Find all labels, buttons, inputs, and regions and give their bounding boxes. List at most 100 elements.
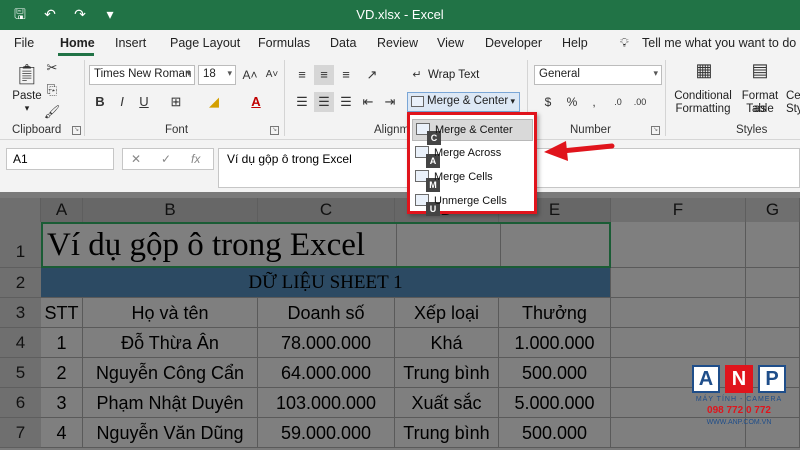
table-cell[interactable]: 4 xyxy=(41,418,83,448)
tab-file[interactable]: File xyxy=(14,36,34,50)
align-left-icon[interactable]: ☰ xyxy=(292,92,312,112)
percent-style-icon[interactable]: % xyxy=(562,92,582,112)
cell-a2-merged[interactable]: DỮ LIỆU SHEET 1 xyxy=(41,268,611,298)
column-header-b[interactable]: B xyxy=(83,198,258,222)
bold-button[interactable]: B xyxy=(90,92,110,112)
font-color-button[interactable]: A xyxy=(246,92,266,112)
increase-indent-icon[interactable]: ⇥ xyxy=(380,92,400,112)
table-cell[interactable]: Trung bình xyxy=(395,358,499,388)
align-middle-icon[interactable]: ≡ xyxy=(314,65,334,85)
borders-icon[interactable]: ⊞ xyxy=(166,92,186,112)
fill-color-icon[interactable]: ◢ xyxy=(204,92,224,112)
orientation-icon[interactable]: ↗ xyxy=(362,65,382,85)
align-top-icon[interactable]: ≡ xyxy=(292,65,312,85)
align-right-icon[interactable]: ☰ xyxy=(336,92,356,112)
cell-g3[interactable] xyxy=(746,298,800,328)
select-all-corner[interactable] xyxy=(0,198,41,222)
row-header-2[interactable]: 2 xyxy=(0,268,41,298)
tab-home[interactable]: Home xyxy=(60,36,95,50)
decrease-indent-icon[interactable]: ⇤ xyxy=(358,92,378,112)
table-cell[interactable]: 2 xyxy=(41,358,83,388)
header-stt[interactable]: STT xyxy=(41,298,83,328)
tab-page-layout[interactable]: Page Layout xyxy=(170,36,240,50)
tell-me-search[interactable]: Tell me what you want to do xyxy=(642,36,796,50)
tab-formulas[interactable]: Formulas xyxy=(258,36,310,50)
increase-font-icon[interactable]: A˄ xyxy=(240,65,260,85)
accounting-format-icon[interactable]: $ xyxy=(538,92,558,112)
cell-g4[interactable] xyxy=(746,328,800,358)
spreadsheet-grid[interactable]: A B C D E F G 1 2 3 4 5 6 7 Ví dụ gộp ô … xyxy=(0,198,800,450)
table-cell[interactable]: 78.000.000 xyxy=(258,328,395,358)
number-format-select[interactable]: General ▾ xyxy=(534,65,662,85)
name-box[interactable]: A1 xyxy=(6,148,114,170)
table-cell[interactable]: 1.000.000 xyxy=(499,328,611,358)
menu-item-merge-across[interactable]: A Merge Across xyxy=(412,143,533,168)
tab-view[interactable]: View xyxy=(437,36,464,50)
row-header-3[interactable]: 3 xyxy=(0,298,41,328)
header-name[interactable]: Họ và tên xyxy=(83,298,258,328)
table-cell[interactable]: 500.000 xyxy=(499,358,611,388)
column-header-f[interactable]: F xyxy=(611,198,746,222)
decrease-font-icon[interactable]: A˅ xyxy=(262,65,282,85)
row-header-4[interactable]: 4 xyxy=(0,328,41,358)
table-cell[interactable]: 5.000.000 xyxy=(499,388,611,418)
tab-data[interactable]: Data xyxy=(330,36,356,50)
comma-style-icon[interactable]: , xyxy=(584,92,604,112)
table-cell[interactable]: 500.000 xyxy=(499,418,611,448)
insert-function-button[interactable]: fx xyxy=(191,152,200,166)
cell-f4[interactable] xyxy=(611,328,746,358)
menu-item-merge-cells[interactable]: M Merge Cells xyxy=(412,167,533,192)
row-header-6[interactable]: 6 xyxy=(0,388,41,418)
table-cell[interactable]: Khá xyxy=(395,328,499,358)
merge-center-button[interactable]: Merge & Center ▾ xyxy=(407,92,520,112)
table-cell[interactable]: Phạm Nhật Duyên xyxy=(83,388,258,418)
decrease-decimal-icon[interactable]: .00 xyxy=(630,92,650,112)
clipboard-launcher-icon[interactable]: ↘ xyxy=(72,126,81,135)
cell-g1[interactable] xyxy=(746,222,800,268)
format-painter-icon[interactable]: 🖌︎ xyxy=(42,102,62,122)
row-header-7[interactable]: 7 xyxy=(0,418,41,448)
cancel-icon[interactable]: ✕ xyxy=(131,152,141,166)
header-sales[interactable]: Doanh số xyxy=(258,298,395,328)
table-cell[interactable]: Nguyễn Công Cẩn xyxy=(83,358,258,388)
tab-help[interactable]: Help xyxy=(562,36,588,50)
table-cell[interactable]: 103.000.000 xyxy=(258,388,395,418)
tab-review[interactable]: Review xyxy=(377,36,418,50)
cell-f2[interactable] xyxy=(611,268,746,298)
header-bonus[interactable]: Thưởng xyxy=(499,298,611,328)
underline-button[interactable]: U xyxy=(134,92,154,112)
column-header-a[interactable]: A xyxy=(41,198,83,222)
cell-f1[interactable] xyxy=(611,222,746,268)
table-cell[interactable]: 59.000.000 xyxy=(258,418,395,448)
table-cell[interactable]: Đỗ Thừa Ân xyxy=(83,328,258,358)
copy-icon[interactable]: ⎘ xyxy=(42,80,62,100)
align-bottom-icon[interactable]: ≡ xyxy=(336,65,356,85)
column-header-c[interactable]: C xyxy=(258,198,395,222)
header-rank[interactable]: Xếp loại xyxy=(395,298,499,328)
font-size-select[interactable]: 18 ▾ xyxy=(198,65,236,85)
cut-icon[interactable]: ✂ xyxy=(42,58,62,78)
table-cell[interactable]: 64.000.000 xyxy=(258,358,395,388)
cell-g2[interactable] xyxy=(746,268,800,298)
table-cell[interactable]: 1 xyxy=(41,328,83,358)
tab-developer[interactable]: Developer xyxy=(485,36,542,50)
increase-decimal-icon[interactable]: .0 xyxy=(608,92,628,112)
cell-f3[interactable] xyxy=(611,298,746,328)
number-launcher-icon[interactable]: ↘ xyxy=(651,126,660,135)
font-launcher-icon[interactable]: ↘ xyxy=(270,126,279,135)
table-cell[interactable]: Xuất sắc xyxy=(395,388,499,418)
tab-insert[interactable]: Insert xyxy=(115,36,146,50)
selected-range-a1-e1[interactable]: Ví dụ gộp ô trong Excel xyxy=(41,222,611,268)
italic-button[interactable]: I xyxy=(112,92,132,112)
table-cell[interactable]: Trung bình xyxy=(395,418,499,448)
table-cell[interactable]: Nguyễn Văn Dũng xyxy=(83,418,258,448)
menu-item-unmerge-cells[interactable]: U Unmerge Cells xyxy=(412,191,533,216)
menu-item-merge-center[interactable]: C Merge & Center xyxy=(412,119,533,145)
font-name-select[interactable]: Times New Roman ▾ xyxy=(89,65,195,85)
column-header-g[interactable]: G xyxy=(746,198,800,222)
align-center-icon[interactable]: ☰ xyxy=(314,92,334,112)
row-header-1[interactable]: 1 xyxy=(0,222,41,268)
row-header-5[interactable]: 5 xyxy=(0,358,41,388)
table-cell[interactable]: 3 xyxy=(41,388,83,418)
enter-icon[interactable]: ✓ xyxy=(161,152,171,166)
